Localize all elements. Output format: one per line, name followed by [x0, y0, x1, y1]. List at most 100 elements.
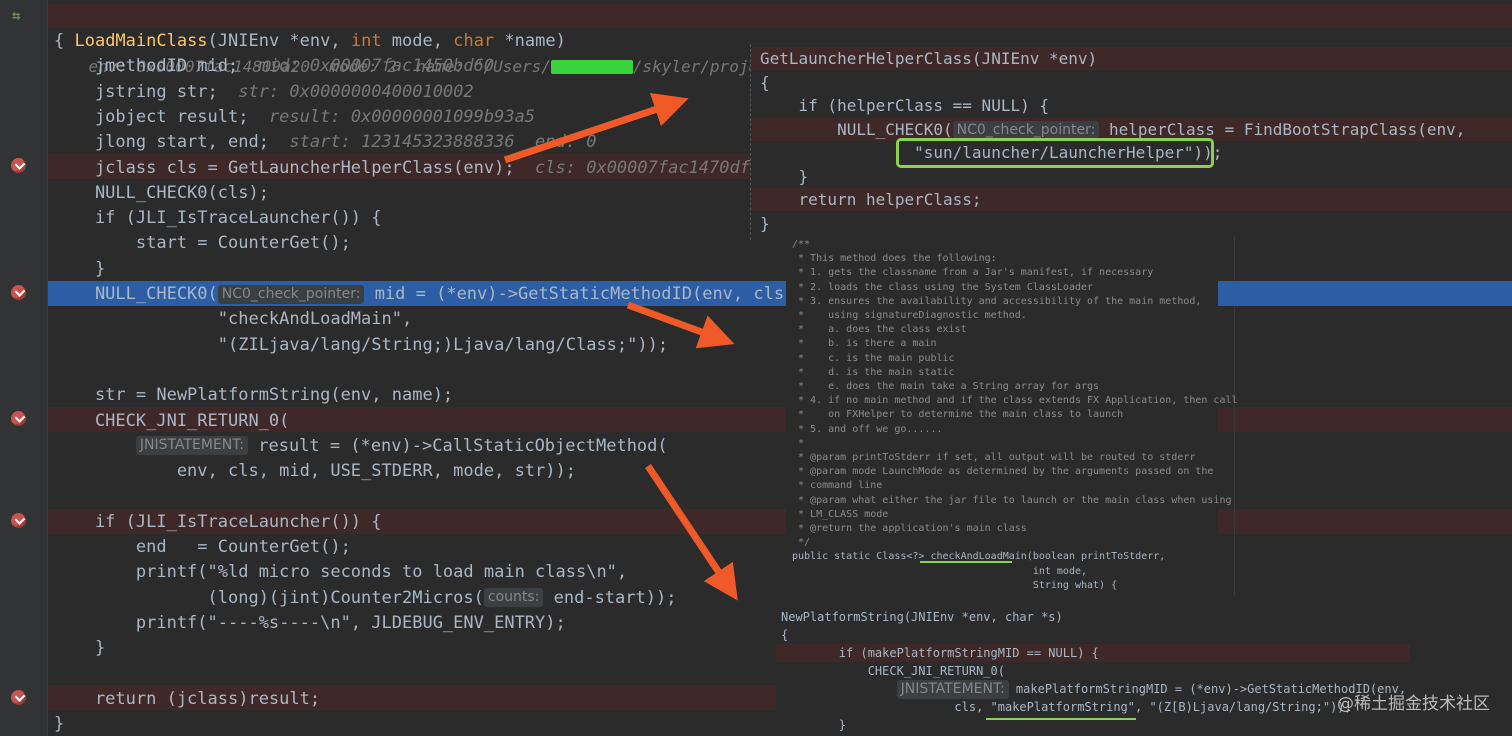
- code-text: NULL_CHECK0(cls);: [54, 182, 269, 203]
- code-text: }: [760, 166, 809, 186]
- code-line: jobject result; result: 0x00000001099b93…: [54, 105, 535, 130]
- comment-line: * 1. gets the classname from a Jar's man…: [792, 267, 1154, 279]
- code-line: return (jclass)result;: [54, 687, 320, 712]
- comment-line: * @param printToStderr if set, all outpu…: [792, 452, 1196, 463]
- code-line: end = CounterGet();: [54, 535, 351, 560]
- code-line: if (JLI_IsTraceLauncher()) {: [54, 206, 382, 231]
- redaction-bar: [550, 60, 633, 74]
- code-text: return (jclass)result;: [54, 688, 321, 709]
- comment-line: /**: [792, 239, 811, 250]
- code-text: }: [781, 718, 847, 732]
- code-line: }: [760, 165, 809, 188]
- comment-line: *: [792, 437, 805, 449]
- comment-line: int mode,: [792, 565, 1088, 577]
- code-line: NewPlatformString(JNIEnv *env, char *s): [781, 608, 1063, 626]
- code-text: mid = (*env)->GetStaticMethodID(env, cls…: [364, 284, 795, 304]
- debug-inline-value: start: 123145323888336 end: 0: [268, 132, 597, 153]
- breakpoint-icon[interactable]: [11, 285, 26, 300]
- breakpoint-icon[interactable]: [11, 513, 26, 528]
- code-text: if (makePlatformStringMID == NULL) {: [781, 646, 1099, 660]
- debug-inline-value: result: 0x00000001099b93a5: [248, 106, 536, 127]
- code-text: CHECK_JNI_RETURN_0(: [54, 410, 290, 431]
- param-hint: NC0_check_pointer:: [952, 120, 1100, 140]
- comment-line: * b. is there a main: [792, 338, 937, 350]
- code-text: return helperClass;: [760, 190, 982, 209]
- code-text: {: [54, 31, 65, 51]
- code-line: }: [54, 257, 105, 282]
- code-text: {: [781, 628, 789, 642]
- comment-line: * @return the application's main class: [792, 523, 1027, 534]
- comment-line: * d. is the main static: [792, 366, 955, 378]
- code-text: jlong start, end;: [54, 132, 269, 153]
- code-text: NULL_CHECK0(: [760, 119, 953, 139]
- breakpoint-icon[interactable]: [11, 158, 26, 173]
- comment-line: * 2. loads the class using the System Cl…: [792, 281, 1094, 293]
- comment-line: * @param what either the jar file to lau…: [792, 494, 1232, 506]
- param-hint: NC0_check_pointer:: [217, 284, 365, 304]
- code-text: jstring str;: [54, 81, 218, 102]
- selected-line-bg: [1218, 281, 1512, 306]
- debug-inline-value: str: 0x0000000400010002: [217, 81, 474, 102]
- ide-screenshot: { "left": { "header": {"fn": "LoadMainCl…: [0, 0, 1512, 736]
- comment-line: * a. does the class exist: [792, 324, 967, 336]
- code-line: {: [54, 29, 64, 54]
- code-text: printf("----%s----\n", JLDEBUG_ENV_ENTRY…: [54, 612, 566, 633]
- code-line: JNISTATEMENT: result = (*env)->CallStati…: [54, 434, 668, 459]
- code-text: CHECK_JNI_RETURN_0(: [781, 664, 1005, 678]
- comment-line: * LM_CLASS mode: [792, 508, 889, 520]
- debug-inline-value: mid: 0x00007fac1450bd60: [238, 56, 495, 77]
- code-line: CHECK_JNI_RETURN_0(: [781, 662, 1005, 680]
- breakpoint-icon[interactable]: [11, 690, 26, 705]
- code-text: if (JLI_IsTraceLauncher()) {: [54, 511, 382, 532]
- code-text: }: [54, 638, 106, 659]
- highlight-box: [896, 138, 1214, 168]
- code-text: (long)(jint)Counter2Micros(: [54, 587, 484, 608]
- step-arrow-icon[interactable]: ⇆: [12, 8, 20, 24]
- code-text: GetLauncherHelperClass(JNIEnv *env): [760, 49, 1098, 68]
- code-line: printf("----%s----\n", JLDEBUG_ENV_ENTRY…: [54, 611, 566, 636]
- code-text: result = (*env)->CallStaticObjectMethod(: [248, 435, 668, 456]
- code-line: return helperClass;: [760, 188, 982, 211]
- code-line: "(ZILjava/lang/String;)Ljava/lang/Class;…: [54, 333, 668, 358]
- code-line: {: [781, 626, 788, 644]
- comment-line: * 4. if no main method and if the class …: [792, 395, 1238, 407]
- code-line: jmethodID mid; mid: 0x00007fac1450bd60: [54, 54, 494, 79]
- panel-new-platform-string: NewPlatformString(JNIEnv *env, char *s) {…: [776, 604, 1512, 736]
- code-line: if (JLI_IsTraceLauncher()) {: [54, 510, 382, 535]
- comment-line: String what) {: [792, 579, 1118, 591]
- breakpoint-icon[interactable]: [11, 411, 26, 426]
- param-hint: JNISTATEMENT:: [896, 680, 1009, 699]
- function-signature: LoadMainClass(JNIEnv *env, int mode, cha…: [54, 4, 1037, 76]
- code-line: "checkAndLoadMain",: [54, 307, 412, 332]
- comment-line: * c. is the main public: [792, 352, 955, 364]
- code-text: end-start));: [543, 587, 677, 608]
- code-text: }: [760, 213, 770, 233]
- code-text: jobject result;: [54, 106, 249, 127]
- param-hint: counts:: [483, 588, 544, 608]
- code-line: NULL_CHECK0(NC0_check_pointer: mid = (*e…: [54, 282, 794, 307]
- code-line: CHECK_JNI_RETURN_0(: [54, 409, 289, 434]
- code-text: jmethodID mid;: [54, 56, 239, 77]
- code-line: }: [760, 212, 770, 235]
- code-line: printf("%ld micro seconds to load main c…: [54, 560, 627, 585]
- code-line: jclass cls = GetLauncherHelperClass(env)…: [54, 156, 771, 181]
- code-line: JNISTATEMENT: makePlatformStringMID = (*…: [781, 680, 1406, 699]
- code-text: start = CounterGet();: [54, 233, 351, 254]
- comment-line: * e. does the main take a String array f…: [792, 381, 1100, 392]
- code-text: "checkAndLoadMain",: [54, 309, 413, 330]
- code-text: if (helperClass == NULL) {: [760, 96, 1049, 115]
- debug-inline-value: cls: 0x00007fac1470df38: [514, 157, 771, 178]
- comment-line: * 5. and off we go......: [792, 423, 943, 435]
- code-text: jclass cls = GetLauncherHelperClass(env)…: [54, 157, 515, 178]
- code-line: }: [781, 716, 846, 734]
- code-line: GetLauncherHelperClass(JNIEnv *env): [760, 47, 1097, 70]
- code-text: "(ZILjava/lang/String;)Ljava/lang/Class;…: [54, 334, 669, 355]
- code-text: str = NewPlatformString(env, name);: [54, 385, 454, 406]
- code-text: end = CounterGet();: [54, 537, 351, 557]
- panel-javadoc: /** * This method does the following: * …: [786, 236, 1238, 598]
- code-line: str = NewPlatformString(env, name);: [54, 383, 453, 408]
- code-text: NewPlatformString(JNIEnv *env, char *s): [781, 610, 1063, 624]
- comment-line: * on FXHelper to determine the main clas…: [792, 409, 1124, 421]
- comment-line: * 3. ensures the availability and access…: [792, 295, 1202, 307]
